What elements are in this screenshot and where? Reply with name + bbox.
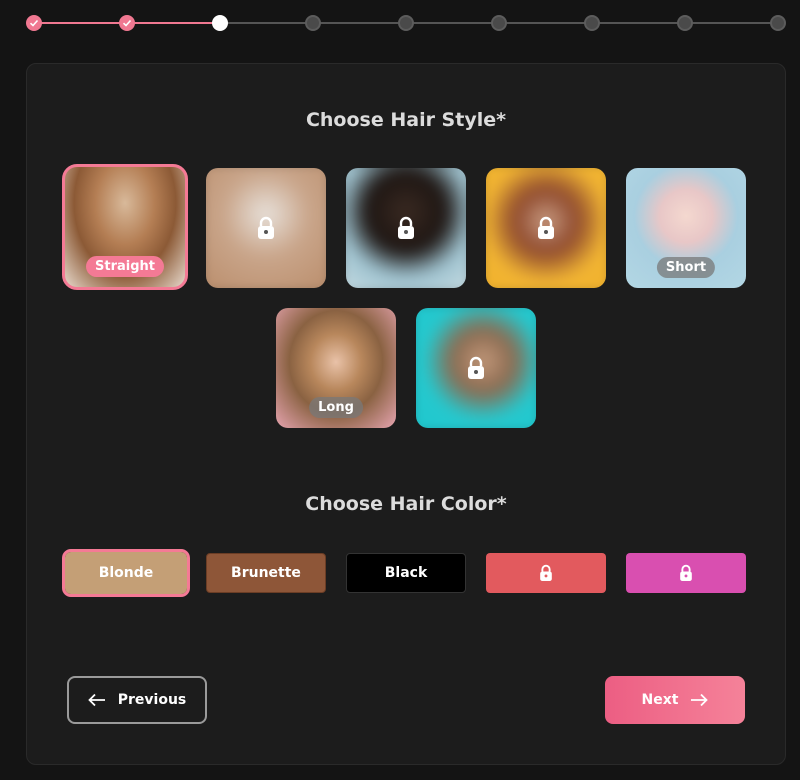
step-8 [677, 15, 693, 31]
lock-icon [468, 356, 484, 379]
hair-style-short[interactable]: Short [626, 168, 746, 288]
hair-style-locked-7[interactable] [416, 308, 536, 428]
previous-button[interactable]: Previous [67, 676, 207, 724]
check-icon [29, 19, 39, 27]
progress-stepper [26, 15, 786, 31]
tile-label: Long [309, 397, 363, 418]
lock-icon [680, 564, 692, 581]
next-button[interactable]: Next [605, 676, 745, 724]
color-label: Blonde [98, 565, 154, 581]
step-1-complete [26, 15, 42, 31]
lock-icon [258, 216, 274, 239]
hair-color-blonde[interactable]: Blonde [62, 549, 190, 597]
lock-icon [540, 564, 552, 581]
step-9 [770, 15, 786, 31]
hair-style-locked-3[interactable] [346, 168, 466, 288]
hair-color-locked-red[interactable] [486, 553, 606, 593]
tile-label: Straight [86, 256, 164, 277]
hair-color-black[interactable]: Black [346, 553, 466, 593]
step-3-current [212, 15, 228, 31]
step-4 [305, 15, 321, 31]
next-label: Next [641, 692, 679, 708]
color-label: Black [384, 565, 428, 581]
lock-icon [538, 216, 554, 239]
check-icon [122, 19, 132, 27]
arrow-right-icon [691, 693, 709, 707]
tile-label: Short [656, 257, 716, 278]
hair-style-long[interactable]: Long [276, 308, 396, 428]
previous-label: Previous [117, 692, 187, 708]
hair-color-brunette[interactable]: Brunette [206, 553, 326, 593]
hair-style-locked-4[interactable] [486, 168, 606, 288]
arrow-left-icon [87, 693, 105, 707]
hair-style-straight[interactable]: Straight [62, 164, 188, 290]
step-5 [398, 15, 414, 31]
lock-icon [398, 216, 414, 239]
hair-color-title: Choose Hair Color* [305, 493, 507, 515]
form-panel: Choose Hair Style* Straight Short Long C… [26, 63, 786, 765]
step-7 [584, 15, 600, 31]
step-2-complete [119, 15, 135, 31]
color-label: Brunette [231, 565, 301, 581]
hair-color-locked-pink[interactable] [626, 553, 746, 593]
hair-style-locked-2[interactable] [206, 168, 326, 288]
step-6 [491, 15, 507, 31]
hair-style-title: Choose Hair Style* [305, 109, 507, 131]
